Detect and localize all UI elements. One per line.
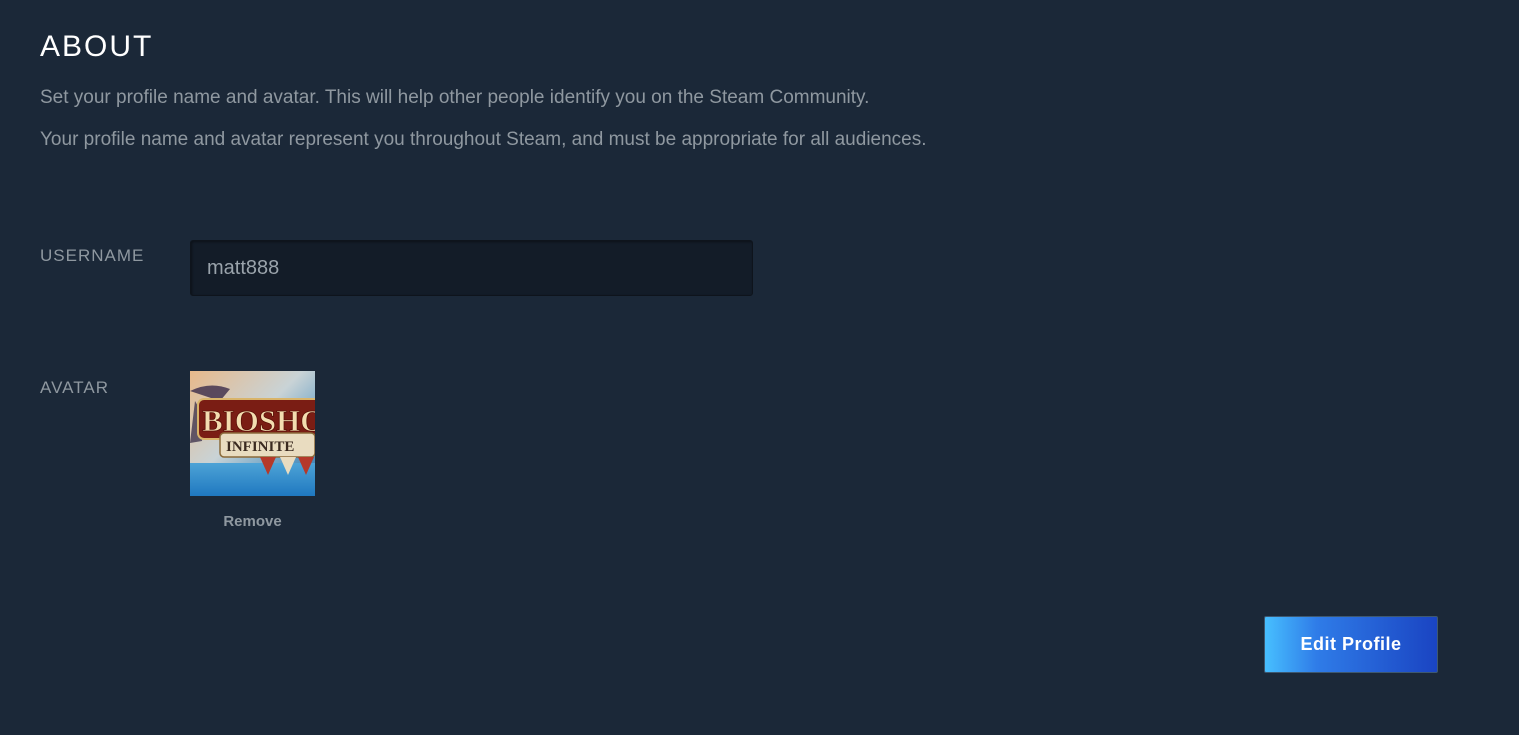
- section-description-1: Set your profile name and avatar. This w…: [40, 87, 870, 108]
- username-label: USERNAME: [40, 246, 145, 265]
- edit-profile-button[interactable]: Edit Profile: [1264, 616, 1438, 673]
- username-input[interactable]: [190, 240, 753, 296]
- section-description-2: Your profile name and avatar represent y…: [40, 129, 927, 150]
- about-page: ABOUT Set your profile name and avatar. …: [0, 0, 1519, 735]
- section-title: ABOUT: [40, 30, 154, 63]
- avatar-label: AVATAR: [40, 378, 109, 397]
- avatar-subtitle-text: INFINITE: [226, 439, 294, 455]
- avatar-bioshock-infinite-image: BIOSHOCK INFINITE: [190, 371, 315, 496]
- avatar-image[interactable]: BIOSHOCK INFINITE: [190, 371, 315, 496]
- remove-avatar-link[interactable]: Remove: [190, 513, 315, 531]
